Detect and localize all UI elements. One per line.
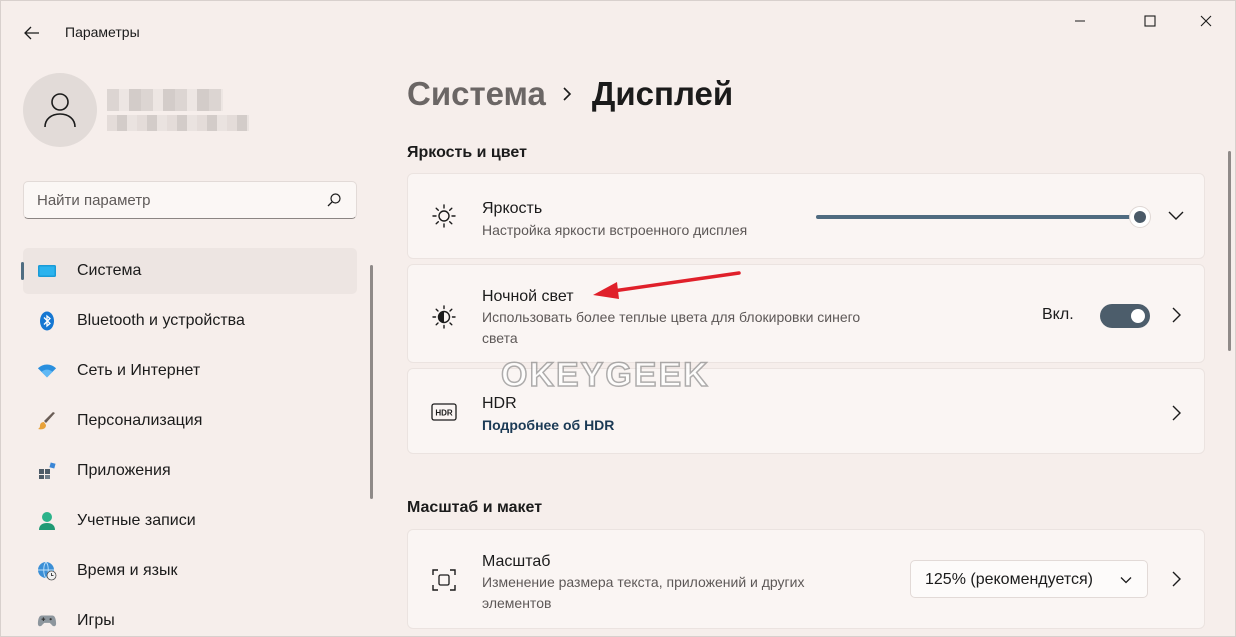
chevron-right-icon[interactable] [1168, 307, 1184, 323]
sidebar-item-label: Персонализация [77, 412, 203, 429]
search-box[interactable] [23, 181, 357, 219]
slider-track [816, 215, 1134, 219]
scale-subtitle-line2: элементов [482, 595, 552, 611]
night-light-subtitle-line2: света [482, 330, 518, 346]
title-bar: Параметры [1, 1, 1235, 63]
brightness-card[interactable]: Яркость Настройка яркости встроенного ди… [407, 173, 1205, 259]
breadcrumb-parent[interactable]: Система [407, 75, 546, 113]
settings-window: Параметры Система [0, 0, 1236, 637]
brush-icon [37, 411, 57, 431]
chevron-right-icon[interactable] [1168, 405, 1184, 421]
search-icon[interactable] [326, 192, 342, 208]
sidebar-item-apps[interactable]: Приложения [23, 448, 357, 494]
night-light-subtitle: Использовать более теплые цвета для блок… [482, 309, 861, 325]
toggle-knob [1131, 309, 1145, 323]
section-title-scale: Масштаб и макет [407, 499, 543, 516]
hdr-card[interactable]: HDR HDR Подробнее об HDR [407, 368, 1205, 454]
sidebar-item-label: Приложения [77, 462, 171, 479]
back-arrow-icon [24, 26, 39, 40]
sidebar-item-label: Система [77, 262, 142, 279]
apps-icon [37, 461, 57, 481]
maximize-icon [1144, 15, 1156, 27]
scale-card[interactable]: Масштаб Изменение размера текста, прилож… [407, 529, 1205, 629]
section-title-brightness: Яркость и цвет [407, 144, 527, 161]
bluetooth-icon [37, 311, 57, 331]
back-button[interactable] [15, 17, 49, 49]
avatar[interactable] [23, 73, 97, 147]
sidebar-item-label: Время и язык [77, 562, 178, 579]
sidebar-item-system[interactable]: Система [21, 248, 357, 294]
sidebar-item-accounts[interactable]: Учетные записи [23, 498, 357, 544]
hdr-title: HDR [482, 395, 517, 412]
sidebar-nav: Система Bluetooth и устройства Сеть и Ин… [21, 248, 357, 637]
breadcrumb: Система Дисплей [407, 75, 733, 113]
chevron-down-icon[interactable] [1168, 208, 1184, 224]
night-light-card[interactable]: Ночной свет Использовать более теплые цв… [407, 264, 1205, 363]
sidebar-item-network[interactable]: Сеть и Интернет [23, 348, 357, 394]
scale-dropdown-value: 125% (рекомендуется) [925, 571, 1093, 588]
sun-icon [430, 202, 458, 230]
scale-subtitle: Изменение размера текста, приложений и д… [482, 574, 805, 590]
sidebar-item-time-language[interactable]: Время и язык [23, 548, 357, 594]
hdr-icon: HDR [430, 398, 458, 426]
brightness-subtitle: Настройка яркости встроенного дисплея [482, 222, 748, 238]
page-title: Дисплей [591, 75, 734, 112]
sidebar-item-gaming[interactable]: Игры [23, 598, 357, 637]
scale-title: Масштаб [482, 553, 551, 570]
scale-dropdown[interactable]: 125% (рекомендуется) [910, 560, 1148, 598]
user-icon [37, 511, 57, 531]
chevron-right-icon[interactable] [1168, 571, 1184, 587]
hdr-learn-more-link[interactable]: Подробнее об HDR [482, 417, 614, 433]
sidebar-item-label: Bluetooth и устройства [77, 312, 245, 329]
main-scrollbar[interactable] [1228, 151, 1231, 351]
slider-thumb[interactable] [1129, 206, 1151, 228]
gamepad-icon [37, 611, 57, 631]
night-light-toggle[interactable] [1100, 304, 1150, 328]
sidebar-item-label: Сеть и Интернет [77, 362, 201, 379]
close-icon [1200, 15, 1212, 27]
blurred-username [107, 89, 223, 111]
brightness-slider[interactable] [816, 206, 1151, 228]
sidebar-item-label: Учетные записи [77, 512, 196, 529]
toggle-state-label: Вкл. [1042, 306, 1074, 323]
minimize-icon [1075, 20, 1085, 22]
display-icon [37, 261, 57, 281]
maximize-button[interactable] [1127, 1, 1173, 41]
close-button[interactable] [1183, 1, 1229, 41]
night-light-title: Ночной свет [482, 288, 574, 305]
scale-icon [430, 566, 458, 594]
sidebar-item-label: Игры [77, 612, 115, 629]
globe-clock-icon [37, 561, 57, 581]
sidebar-scrollbar[interactable] [370, 265, 373, 499]
user-avatar-icon [44, 93, 76, 128]
sidebar-item-personalization[interactable]: Персонализация [23, 398, 357, 444]
sidebar-item-bluetooth[interactable]: Bluetooth и устройства [23, 298, 357, 344]
brightness-title: Яркость [482, 200, 543, 217]
svg-text:HDR: HDR [435, 409, 453, 418]
chevron-down-icon [1120, 577, 1132, 584]
blurred-email [107, 115, 249, 131]
minimize-button[interactable] [1057, 1, 1103, 41]
wifi-icon [37, 361, 57, 381]
search-input[interactable] [24, 182, 314, 218]
night-light-icon [430, 303, 458, 331]
app-title: Параметры [65, 24, 140, 40]
chevron-right-icon [562, 84, 576, 104]
